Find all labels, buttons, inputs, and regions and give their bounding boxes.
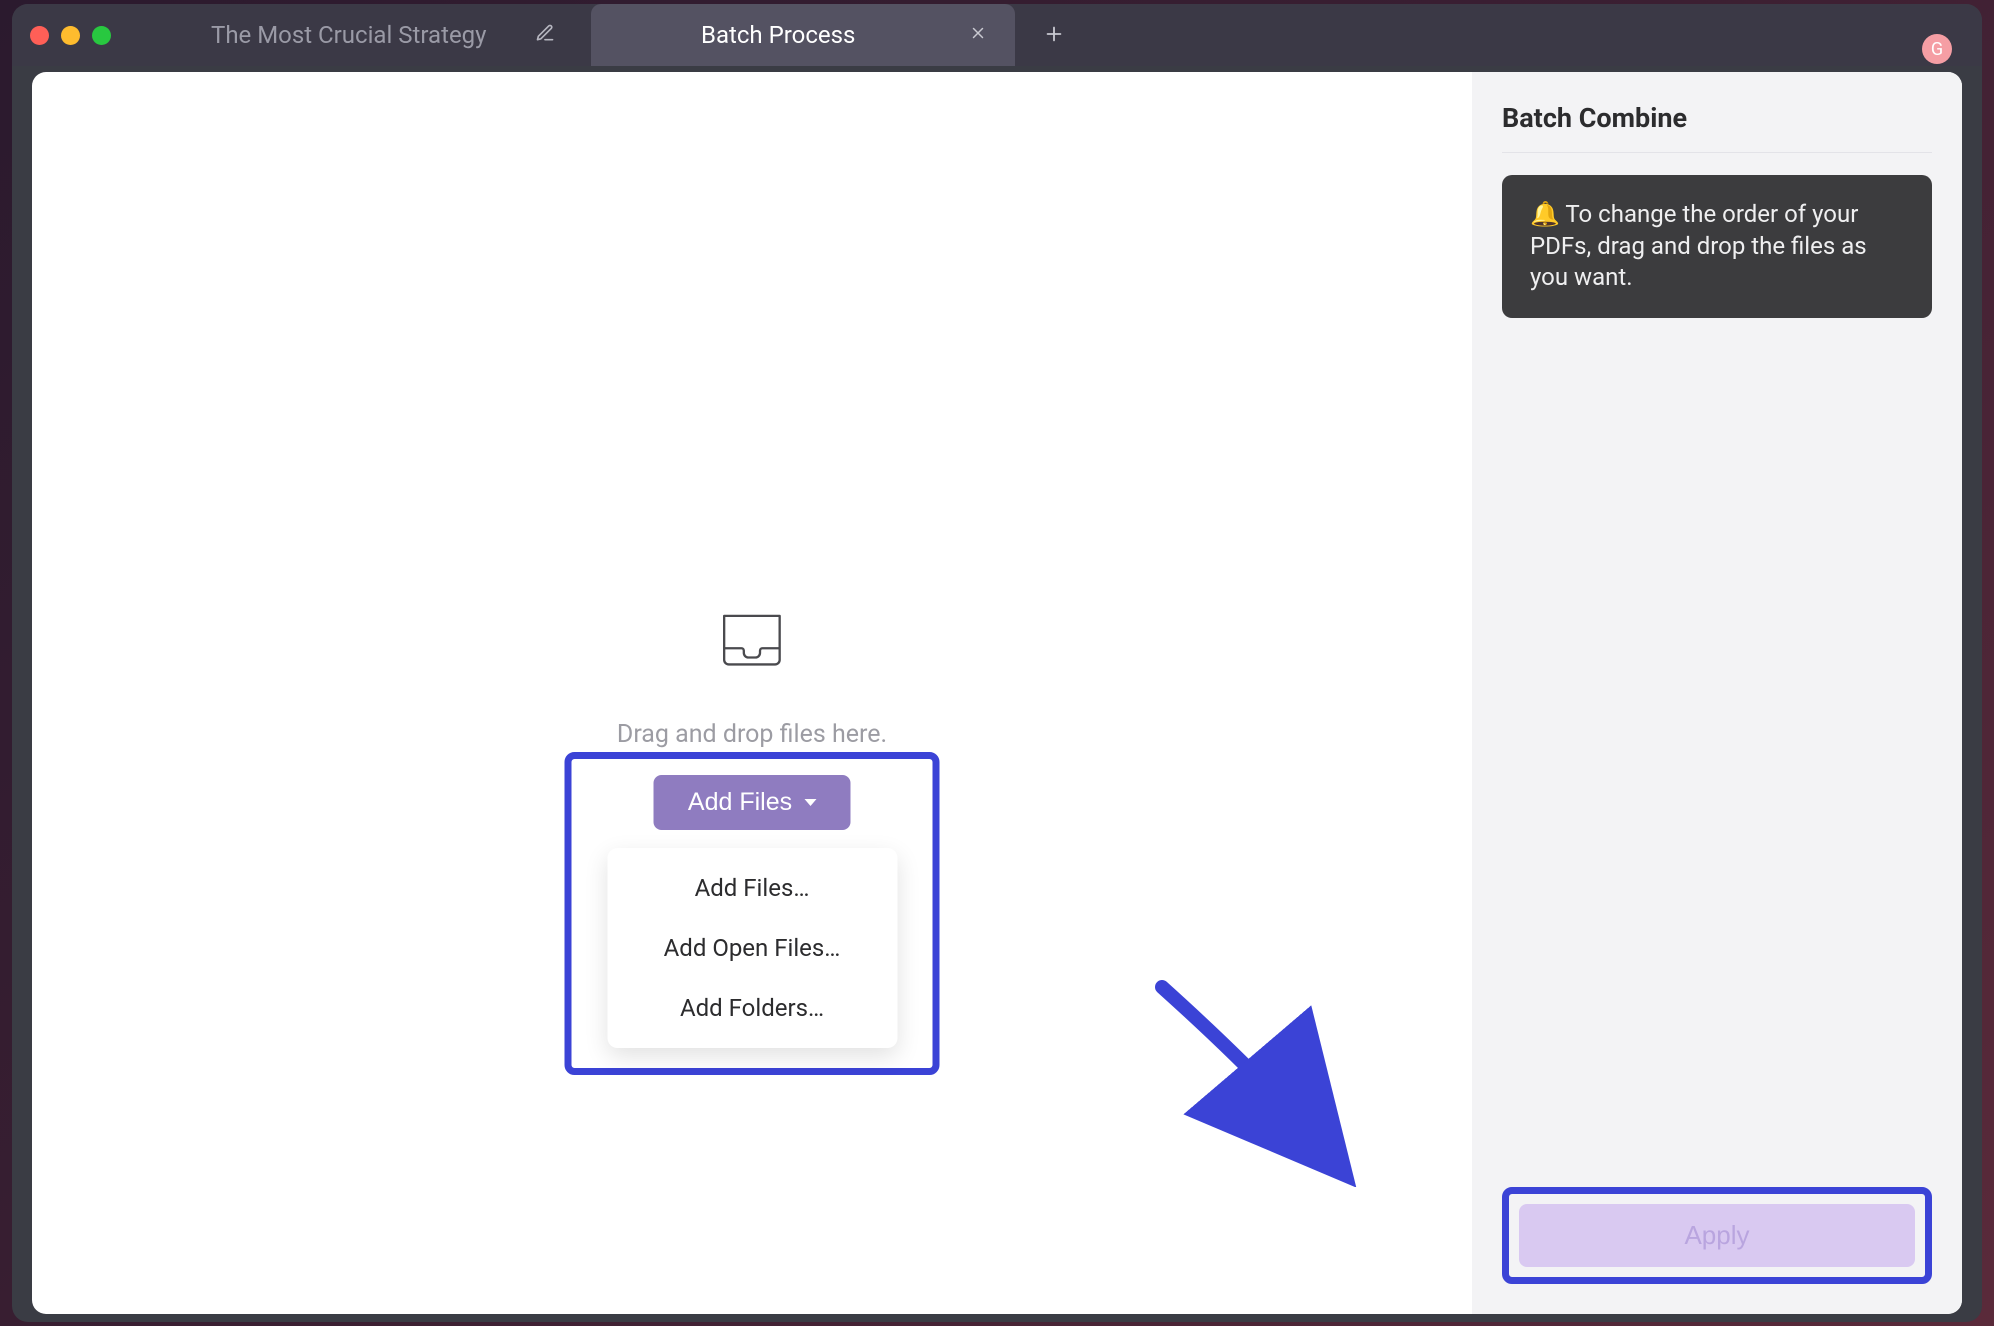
close-window-button[interactable] (30, 26, 49, 45)
add-tab-button[interactable] (1023, 19, 1085, 52)
avatar[interactable]: G (1922, 34, 1952, 64)
annotation-arrow-icon (1142, 967, 1362, 1187)
add-files-dropdown: Add Files… Add Open Files… Add Folders… (607, 848, 897, 1048)
tab-label: The Most Crucial Strategy (211, 21, 517, 49)
close-tab-icon[interactable] (869, 23, 987, 47)
menu-item-add-files[interactable]: Add Files… (607, 858, 897, 918)
app-window: The Most Crucial Strategy Batch Process … (12, 4, 1982, 1322)
menu-item-add-open-files[interactable]: Add Open Files… (607, 918, 897, 978)
highlight-add-files: Add Files Add Files… Add Open Files… Add… (565, 752, 940, 1075)
apply-button[interactable]: Apply (1519, 1204, 1915, 1267)
avatar-letter: G (1931, 39, 1943, 60)
content-area: Drag and drop files here. Add Files Add … (32, 72, 1962, 1314)
main-panel: Drag and drop files here. Add Files Add … (32, 72, 1472, 1314)
chevron-down-icon (804, 799, 816, 806)
tip-box: 🔔 To change the order of your PDFs, drag… (1502, 175, 1932, 318)
sidebar-title: Batch Combine (1502, 102, 1932, 134)
sidebar-panel: Batch Combine 🔔 To change the order of y… (1472, 72, 1962, 1314)
drop-area[interactable]: Drag and drop files here. (617, 602, 887, 749)
minimize-window-button[interactable] (61, 26, 80, 45)
tab-label: Batch Process (701, 21, 855, 49)
tab-active[interactable]: Batch Process (591, 4, 1015, 66)
highlight-apply: Apply (1502, 1187, 1932, 1284)
add-files-label: Add Files (688, 788, 792, 817)
traffic-lights (30, 26, 111, 45)
add-files-button[interactable]: Add Files (654, 775, 850, 830)
titlebar: The Most Crucial Strategy Batch Process (12, 4, 1982, 66)
drop-hint-text: Drag and drop files here. (617, 720, 887, 749)
tab-inactive[interactable]: The Most Crucial Strategy (183, 4, 583, 66)
menu-item-add-folders[interactable]: Add Folders… (607, 978, 897, 1038)
pencil-icon (535, 23, 555, 48)
divider (1502, 152, 1932, 153)
maximize-window-button[interactable] (92, 26, 111, 45)
inbox-icon (715, 661, 789, 680)
